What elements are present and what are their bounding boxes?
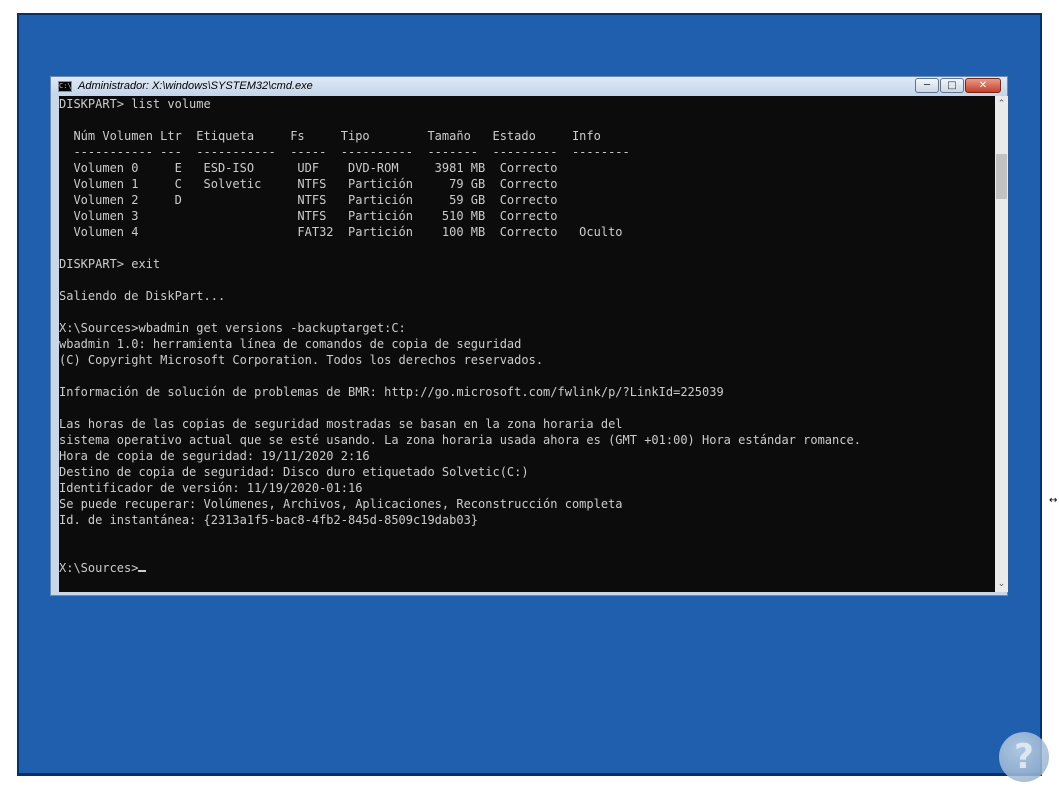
window-title: Administrador: X:\windows\SYSTEM32\cmd.e… xyxy=(78,80,313,92)
watermark-logo: ? xyxy=(999,732,1049,782)
console-line: Id. de instantánea: {2313a1f5-bac8-4fb2-… xyxy=(59,513,479,527)
console-output[interactable]: DISKPART> list volume Núm Volumen Ltr Et… xyxy=(59,96,995,592)
console-line: Volumen 1 C Solvetic NTFS Partición 79 G… xyxy=(59,177,558,191)
console-line: Saliendo de DiskPart... xyxy=(59,289,226,303)
console-line: sistema operativo actual que se esté usa… xyxy=(59,433,861,447)
console-line: Núm Volumen Ltr Etiqueta Fs Tipo Tamaño … xyxy=(59,129,601,143)
console-line: X:\Sources>wbadmin get versions -backupt… xyxy=(59,321,406,335)
minimize-button[interactable]: ─ xyxy=(915,78,939,93)
chevron-up-icon: ⌃ xyxy=(997,99,1006,109)
title-bar[interactable]: C:\ Administrador: X:\windows\SYSTEM32\c… xyxy=(51,77,1007,96)
console-line: ----------- --- ----------- ----- ------… xyxy=(59,145,630,159)
chevron-down-icon: ⌄ xyxy=(997,579,1006,589)
console-line: wbadmin 1.0: herramienta línea de comand… xyxy=(59,337,522,351)
console-line: Destino de copia de seguridad: Disco dur… xyxy=(59,465,529,479)
console-line: Se puede recuperar: Volúmenes, Archivos,… xyxy=(59,497,623,511)
console-line: Las horas de las copias de seguridad mos… xyxy=(59,417,623,431)
console-line: Volumen 2 D NTFS Partición 59 GB Correct… xyxy=(59,193,558,207)
cmd-window[interactable]: C:\ Administrador: X:\windows\SYSTEM32\c… xyxy=(50,76,1008,596)
close-icon: ✕ xyxy=(978,80,988,91)
console-prompt: X:\Sources> xyxy=(59,561,139,575)
vertical-scrollbar[interactable]: ⌃ ⌄ xyxy=(995,96,1008,592)
console-line: DISKPART> exit xyxy=(59,257,161,271)
console-text: DISKPART> list volume Núm Volumen Ltr Et… xyxy=(59,96,995,576)
scrollbar-thumb[interactable] xyxy=(996,153,1007,199)
maximize-button[interactable]: □ xyxy=(940,78,964,93)
console-line: (C) Copyright Microsoft Corporation. Tod… xyxy=(59,353,544,367)
console-line: Volumen 3 NTFS Partición 510 MB Correcto xyxy=(59,209,558,223)
close-button[interactable]: ✕ xyxy=(965,78,1001,93)
scroll-down-button[interactable]: ⌄ xyxy=(995,576,1008,592)
window-controls: ─ □ ✕ xyxy=(914,78,1001,93)
console-line: Volumen 0 E ESD-ISO UDF DVD-ROM 3981 MB … xyxy=(59,161,558,175)
minimize-icon: ─ xyxy=(923,80,931,91)
maximize-icon: □ xyxy=(947,80,957,91)
text-cursor xyxy=(138,570,147,572)
console-line: DISKPART> list volume xyxy=(59,97,211,111)
console-line: Identificador de versión: 11/19/2020-01:… xyxy=(59,481,363,495)
question-mark-icon: ? xyxy=(1014,737,1034,777)
resize-cursor-icon: ↔ xyxy=(1049,495,1058,506)
console-line: Volumen 4 FAT32 Partición 100 MB Correct… xyxy=(59,225,623,239)
console-line: Hora de copia de seguridad: 19/11/2020 2… xyxy=(59,449,370,463)
scroll-up-button[interactable]: ⌃ xyxy=(995,96,1008,112)
cmd-app-icon[interactable]: C:\ xyxy=(58,81,72,92)
desktop-background: C:\ Administrador: X:\windows\SYSTEM32\c… xyxy=(17,13,1057,782)
console-line: Información de solución de problemas de … xyxy=(59,385,724,399)
